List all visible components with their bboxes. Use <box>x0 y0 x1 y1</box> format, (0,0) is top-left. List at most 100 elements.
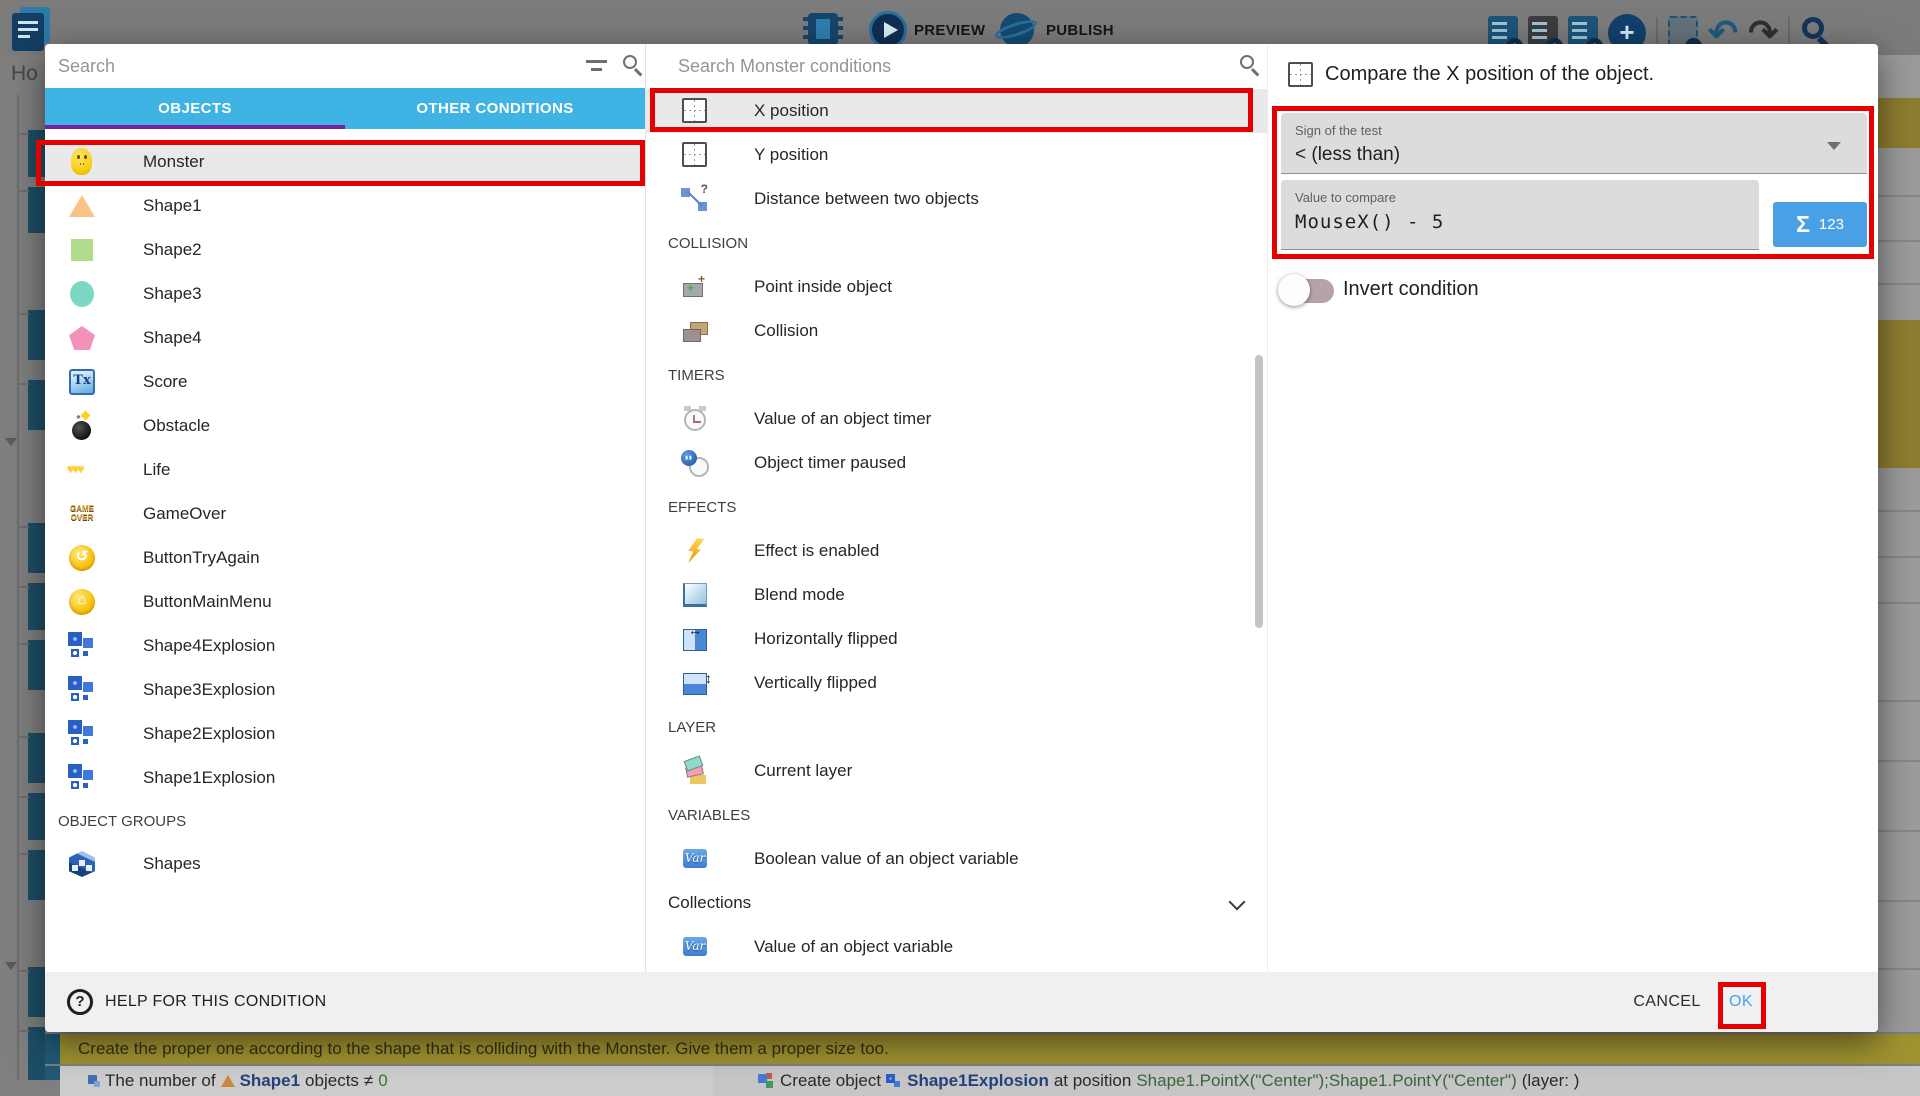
condition-row-distance-between-two-objects[interactable]: Distance between two objects <box>646 177 1267 221</box>
score-text-icon <box>67 367 97 397</box>
section-header-variables: VARIABLES <box>646 793 1267 837</box>
object-row-buttontryagain[interactable]: ButtonTryAgain <box>45 536 645 580</box>
objects-search-input[interactable] <box>45 45 580 87</box>
object-row-life[interactable]: Life <box>45 448 645 492</box>
ok-button[interactable]: OK <box>1711 972 1771 1032</box>
sign-of-test-value: < (less than) <box>1295 144 1867 166</box>
object-row-shape2[interactable]: Shape2 <box>45 228 645 272</box>
background-strip-separator <box>1878 240 1920 242</box>
object-row-shape1explosion[interactable]: Shape1Explosion <box>45 756 645 800</box>
condition-row-horizontally-flipped[interactable]: Horizontally flipped <box>646 617 1267 661</box>
background-strip-separator <box>1878 700 1920 702</box>
debugger-icon[interactable] <box>808 13 838 45</box>
condition-row-current-layer[interactable]: Current layer <box>646 749 1267 793</box>
conditions-search-input[interactable] <box>646 45 1220 87</box>
sigma-icon: Σ <box>1796 213 1810 236</box>
explosion-icon <box>67 631 97 661</box>
collapsible-collections[interactable]: Collections <box>646 881 1267 925</box>
condition-label: Value of an object variable <box>754 937 953 957</box>
publish-planet-icon[interactable] <box>1000 13 1034 47</box>
event-block <box>28 130 45 177</box>
explosion-mini-icon <box>886 1073 902 1089</box>
condition-row-value-of-an-object-timer[interactable]: Value of an object timer <box>646 397 1267 441</box>
object-row-shape3[interactable]: Shape3 <box>45 272 645 316</box>
value-to-compare-input[interactable]: Value to compare MouseX() - 5 <box>1281 180 1759 250</box>
condition-row-y-position[interactable]: Y position <box>646 133 1267 177</box>
background-strip-separator <box>1878 283 1920 285</box>
background-strip-separator <box>1878 900 1920 902</box>
condition-row-blend-mode[interactable]: Blend mode <box>646 573 1267 617</box>
event-block <box>28 967 45 1017</box>
collapse-arrow-icon <box>5 438 17 446</box>
comment-text: Create the proper one according to the s… <box>78 1039 889 1059</box>
condition-row-value-of-an-object-variable[interactable]: Value of an object variable <box>646 925 1267 969</box>
toggle-knob <box>1278 274 1310 306</box>
sign-of-test-label: Sign of the test <box>1295 123 1867 138</box>
object-row-shape1[interactable]: Shape1 <box>45 184 645 228</box>
tab-other-conditions[interactable]: OTHER CONDITIONS <box>345 88 645 129</box>
object-row-shape4explosion[interactable]: Shape4Explosion <box>45 624 645 668</box>
cancel-button[interactable]: CANCEL <box>1623 972 1711 1032</box>
condition-row-effect-is-enabled[interactable]: Effect is enabled <box>646 529 1267 573</box>
explosion-icon <box>67 719 97 749</box>
event-tree-tick <box>17 796 29 798</box>
section-header-timers: TIMERS <box>646 353 1267 397</box>
tab-objects[interactable]: OBJECTS <box>45 88 345 129</box>
explosion-icon <box>67 675 97 705</box>
preview-label[interactable]: PREVIEW <box>914 22 985 39</box>
object-row-score[interactable]: Score <box>45 360 645 404</box>
object-row-shape3explosion[interactable]: Shape3Explosion <box>45 668 645 712</box>
conditions-list: X positionY positionDistance between two… <box>646 88 1267 972</box>
help-button[interactable]: HELP FOR THIS CONDITION <box>61 972 332 1032</box>
event-tree-tick <box>17 586 29 588</box>
event-tree-tick <box>17 383 29 385</box>
object-label: Score <box>143 372 187 392</box>
action-suffix: (layer: ) <box>1522 1071 1580 1091</box>
condition-label: Object timer paused <box>754 453 906 473</box>
object-row-shape4[interactable]: Shape4 <box>45 316 645 360</box>
background-event-strip <box>1878 148 1920 320</box>
filter-icon[interactable] <box>585 55 609 77</box>
object-row-obstacle[interactable]: Obstacle <box>45 404 645 448</box>
sign-of-test-select[interactable]: Sign of the test < (less than) <box>1281 113 1867 174</box>
event-block <box>28 310 45 360</box>
hearts-icon <box>67 455 97 485</box>
objects-panel: OBJECTSOTHER CONDITIONS MonsterShape1Sha… <box>45 44 645 972</box>
condition-row-object-timer-paused[interactable]: Object timer paused <box>646 441 1267 485</box>
pentagon-icon <box>67 323 97 353</box>
condition-row-boolean-value-of-an-object-variable[interactable]: Boolean value of an object variable <box>646 837 1267 881</box>
monster-icon <box>67 147 97 177</box>
action-text2: at position <box>1054 1071 1132 1091</box>
object-label: ButtonMainMenu <box>143 592 272 612</box>
condition-row-x-position[interactable]: X position <box>646 89 1267 133</box>
object-row-shapes[interactable]: Shapes <box>45 842 645 886</box>
condition-row-collision[interactable]: Collision <box>646 309 1267 353</box>
event-tree-tick <box>17 643 29 645</box>
object-label: Shape1Explosion <box>143 768 275 788</box>
publish-label[interactable]: PUBLISH <box>1046 22 1114 39</box>
object-label: Shape3Explosion <box>143 680 275 700</box>
condition-label: Current layer <box>754 761 852 781</box>
search-icon <box>621 53 647 79</box>
event-block <box>28 523 45 573</box>
condition-row-point-inside-object[interactable]: Point inside object <box>646 265 1267 309</box>
conditions-panel: X positionY positionDistance between two… <box>645 44 1267 972</box>
mainmenu-button-icon <box>67 587 97 617</box>
timer-paused-icon <box>680 448 710 478</box>
expression-editor-button[interactable]: Σ 123 <box>1773 202 1867 247</box>
event-block <box>28 1027 45 1080</box>
object-row-monster[interactable]: Monster <box>45 140 645 184</box>
event-block <box>28 850 45 900</box>
object-row-buttonmainmenu[interactable]: ButtonMainMenu <box>45 580 645 624</box>
condition-label: Vertically flipped <box>754 673 877 693</box>
dialog-footer: HELP FOR THIS CONDITION CANCEL OK <box>45 972 1878 1032</box>
condition-row-vertically-flipped[interactable]: Vertically flipped <box>646 661 1267 705</box>
square-icon <box>67 235 97 265</box>
object-row-gameover[interactable]: GameOver <box>45 492 645 536</box>
invert-condition-toggle[interactable] <box>1278 272 1340 308</box>
event-tree-tick <box>17 313 29 315</box>
event-block <box>28 187 45 233</box>
var-icon <box>680 932 710 962</box>
conditions-scrollbar[interactable] <box>1255 355 1263 628</box>
object-row-shape2explosion[interactable]: Shape2Explosion <box>45 712 645 756</box>
